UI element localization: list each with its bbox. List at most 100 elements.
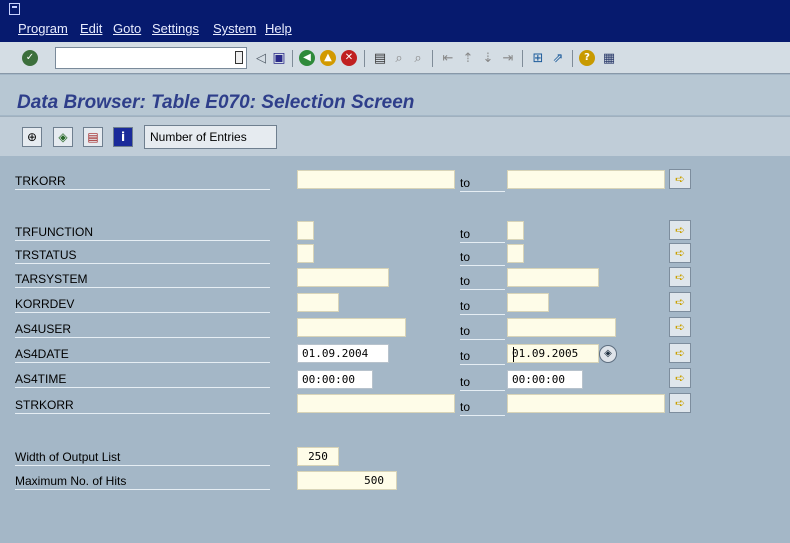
find-next-icon[interactable]: ⌕ [409, 49, 427, 67]
page-title: Data Browser: Table E070: Selection Scre… [17, 92, 415, 113]
trstatus-from-input[interactable] [297, 244, 314, 263]
to-label: to [460, 248, 505, 266]
korrdev-to-input[interactable] [507, 293, 549, 312]
shortcut-icon[interactable]: ⇗ [549, 49, 567, 67]
arrow-right-icon: ➪ [674, 371, 686, 385]
arrow-right-icon: ➪ [674, 270, 686, 284]
to-label: to [460, 297, 505, 315]
calendar-help-icon[interactable]: ◈ [599, 345, 617, 363]
toolbar-separator [432, 50, 433, 67]
korrdev-from-input[interactable] [297, 293, 339, 312]
field-label-as4time: AS4TIME [15, 370, 270, 388]
text-cursor [513, 347, 514, 362]
next-page-icon[interactable]: ⇣ [479, 49, 497, 67]
execute-icon[interactable]: ⊕ [22, 127, 42, 147]
multiple-selection-button-strkorr[interactable]: ➪ [669, 393, 691, 413]
field-label-as4user: AS4USER [15, 320, 270, 338]
arrow-right-icon: ➪ [674, 396, 686, 410]
toolbar-separator [364, 50, 365, 67]
number-of-entries-button[interactable]: Number of Entries [144, 125, 277, 149]
to-label: to [460, 373, 505, 391]
to-label: to [460, 347, 505, 365]
toolbar-separator [292, 50, 293, 67]
toolbar-separator [522, 50, 523, 67]
application-toolbar: ⊕ ◈ ▤ i Number of Entries [0, 116, 790, 156]
field-label-trfunction: TRFUNCTION [15, 223, 270, 241]
arrow-right-icon: ➪ [674, 295, 686, 309]
width-of-output-list-label: Width of Output List [15, 448, 270, 466]
as4user-from-input[interactable] [297, 318, 406, 337]
multiple-selection-button-as4user[interactable]: ➪ [669, 317, 691, 337]
trstatus-to-input[interactable] [507, 244, 524, 263]
as4time-to-input[interactable]: 00:00:00 [507, 370, 583, 389]
trkorr-from-input[interactable] [297, 170, 455, 189]
previous-page-icon[interactable]: ⇡ [459, 49, 477, 67]
last-page-icon[interactable]: ⇥ [499, 49, 517, 67]
exit-icon[interactable]: ▲ [320, 50, 336, 66]
trfunction-to-input[interactable] [507, 221, 524, 240]
layout-icon[interactable]: ▦ [600, 49, 618, 67]
system-menu-icon[interactable] [9, 3, 20, 15]
field-label-trstatus: TRSTATUS [15, 246, 270, 264]
menu-goto[interactable]: Goto [113, 21, 141, 36]
standard-toolbar: ✓ ◁ ▣ ◀ ▲ ✕ ▤ ⌕ ⌕ ⇤ ⇡ ⇣ ⇥ ⊞ ⇗ ? ▦ [0, 42, 790, 74]
multiple-selection-button-trkorr[interactable]: ➪ [669, 169, 691, 189]
as4user-to-input[interactable] [507, 318, 616, 337]
as4date-to-input[interactable]: 01.09.2005 [507, 344, 599, 363]
toolbar-separator [572, 50, 573, 67]
print-icon[interactable]: ▤ [371, 49, 389, 67]
back-arrow-icon[interactable]: ◁ [252, 49, 270, 67]
field-label-as4date: AS4DATE [15, 345, 270, 363]
as4time-from-input[interactable]: 00:00:00 [297, 370, 373, 389]
menu-bar: Program Edit Goto Settings System Help [0, 0, 790, 42]
first-page-icon[interactable]: ⇤ [439, 49, 457, 67]
enter-icon[interactable]: ✓ [22, 50, 38, 66]
menu-program[interactable]: Program [18, 21, 68, 36]
new-session-icon[interactable]: ⊞ [529, 49, 547, 67]
info-icon[interactable]: i [113, 127, 133, 147]
menu-help[interactable]: Help [265, 21, 292, 36]
to-label: to [460, 174, 505, 192]
field-label-trkorr: TRKORR [15, 172, 270, 190]
tarsystem-from-input[interactable] [297, 268, 389, 287]
multiple-selection-button-trstatus[interactable]: ➪ [669, 243, 691, 263]
strkorr-from-input[interactable] [297, 394, 455, 413]
arrow-right-icon: ➪ [674, 223, 686, 237]
multiple-selection-button-trfunction[interactable]: ➪ [669, 220, 691, 240]
arrow-right-icon: ➪ [674, 246, 686, 260]
to-label: to [460, 398, 505, 416]
menu-system[interactable]: System [213, 21, 256, 36]
arrow-right-icon: ➪ [674, 172, 686, 186]
tarsystem-to-input[interactable] [507, 268, 599, 287]
multiple-selection-button-as4date[interactable]: ➪ [669, 343, 691, 363]
multiple-selection-button-tarsystem[interactable]: ➪ [669, 267, 691, 287]
to-label: to [460, 225, 505, 243]
variant-icon[interactable]: ◈ [53, 127, 73, 147]
save-icon[interactable]: ▣ [270, 49, 288, 67]
as4date-from-input[interactable]: 01.09.2004 [297, 344, 389, 363]
command-field[interactable] [55, 47, 247, 69]
field-label-korrdev: KORRDEV [15, 295, 270, 313]
menu-settings[interactable]: Settings [152, 21, 199, 36]
menu-edit[interactable]: Edit [80, 21, 102, 36]
multiple-selection-button-korrdev[interactable]: ➪ [669, 292, 691, 312]
to-label: to [460, 322, 505, 340]
back-icon[interactable]: ◀ [299, 50, 315, 66]
save-variant-icon[interactable]: ▤ [83, 127, 103, 147]
field-label-strkorr: STRKORR [15, 396, 270, 414]
arrow-right-icon: ➪ [674, 346, 686, 360]
to-label: to [460, 272, 505, 290]
field-label-tarsystem: TARSYSTEM [15, 270, 270, 288]
maximum-hits-label: Maximum No. of Hits [15, 472, 270, 490]
maximum-hits-input[interactable]: 500 [297, 471, 397, 490]
trfunction-from-input[interactable] [297, 221, 314, 240]
trkorr-to-input[interactable] [507, 170, 665, 189]
arrow-right-icon: ➪ [674, 320, 686, 334]
command-dropdown-icon[interactable] [235, 51, 243, 64]
find-icon[interactable]: ⌕ [390, 49, 408, 67]
width-of-output-list-input[interactable]: 250 [297, 447, 339, 466]
strkorr-to-input[interactable] [507, 394, 665, 413]
multiple-selection-button-as4time[interactable]: ➪ [669, 368, 691, 388]
help-icon[interactable]: ? [579, 50, 595, 66]
cancel-icon[interactable]: ✕ [341, 50, 357, 66]
